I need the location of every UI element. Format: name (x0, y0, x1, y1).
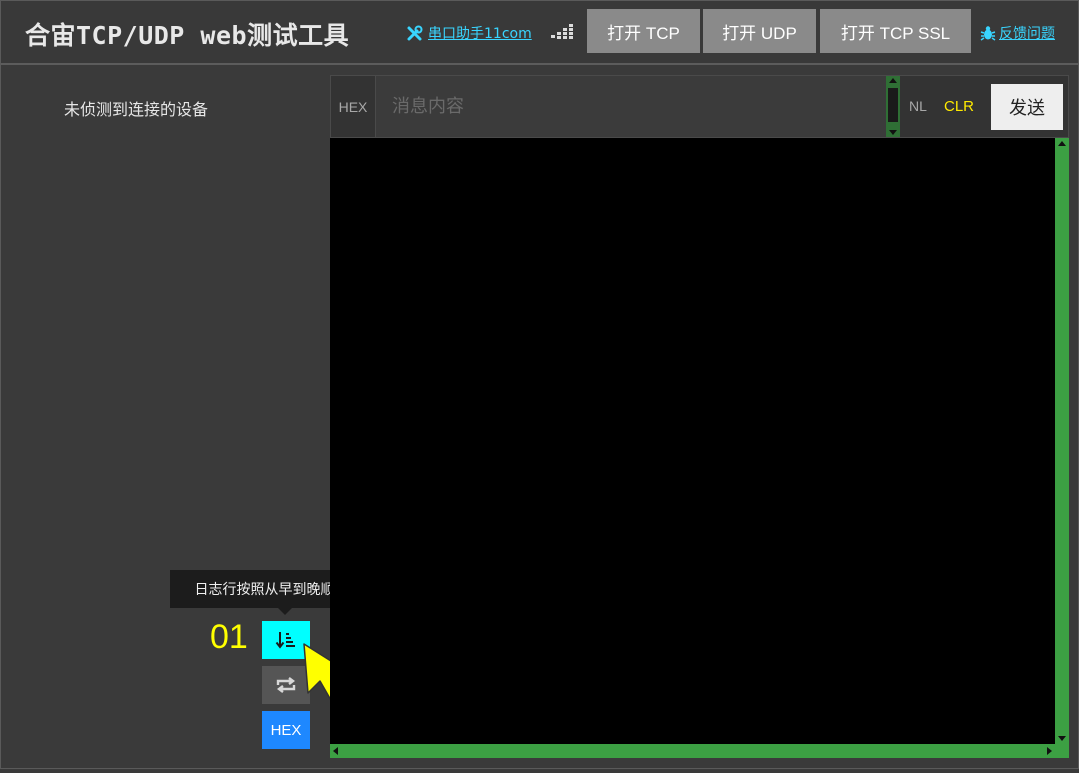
app-title: 合宙TCP/UDP web测试工具 (25, 21, 350, 50)
open-tcp-ssl-button[interactable]: 打开 TCP SSL (820, 9, 971, 53)
clear-button[interactable]: CLR (944, 98, 974, 115)
log-horizontal-scrollbar[interactable] (330, 744, 1055, 758)
send-button[interactable]: 发送 (991, 84, 1063, 130)
header: 合宙TCP/UDP web测试工具 串口助手11com 打开 TCP 打开 UD… (1, 1, 1078, 65)
serial-tool-label: 串口助手11com (428, 26, 532, 42)
open-tcp-button[interactable]: 打开 TCP (587, 9, 700, 53)
send-bar: HEX NL CLR 发送 (330, 75, 1069, 138)
tools-icon (407, 25, 423, 41)
sort-ascending-icon (275, 632, 295, 649)
message-input[interactable] (376, 76, 886, 137)
device-status: 未侦测到连接的设备 (64, 100, 209, 119)
open-udp-button[interactable]: 打开 UDP (703, 9, 816, 53)
log-vertical-scrollbar[interactable] (1055, 138, 1069, 744)
hex-display-button[interactable]: HEX (262, 711, 310, 749)
feedback-link[interactable]: 反馈问题 (980, 23, 1055, 43)
equalizer-icon[interactable] (550, 23, 574, 41)
hex-send-toggle[interactable]: HEX (331, 76, 376, 137)
bug-icon (980, 26, 996, 41)
app-window: 合宙TCP/UDP web测试工具 串口助手11com 打开 TCP 打开 UD… (0, 0, 1079, 769)
log-output[interactable] (330, 138, 1069, 758)
message-scrollbar[interactable] (886, 76, 900, 137)
newline-toggle[interactable]: NL (909, 98, 927, 114)
scroll-corner (1055, 744, 1069, 758)
repeat-icon (276, 677, 296, 693)
step-number: 01 (210, 618, 248, 656)
feedback-label: 反馈问题 (999, 26, 1055, 42)
serial-tool-link[interactable]: 串口助手11com (406, 23, 532, 43)
